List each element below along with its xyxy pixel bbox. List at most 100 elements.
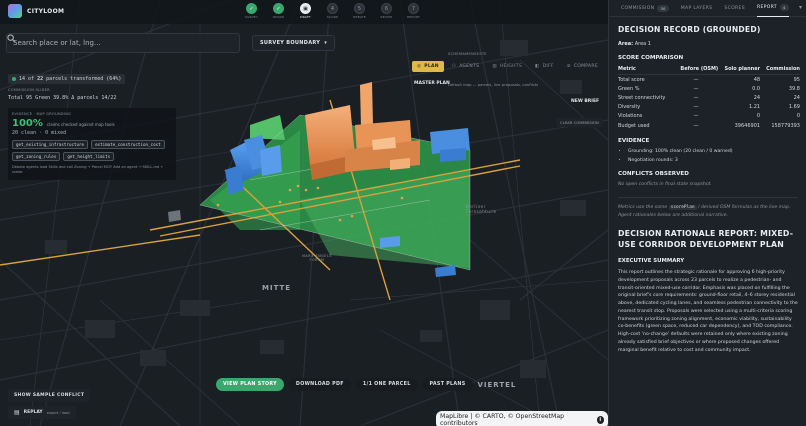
search-input[interactable] — [13, 39, 213, 47]
search-bar[interactable] — [6, 33, 240, 53]
column-header: Metric — [618, 65, 674, 75]
table-cell: 1.21 — [748, 104, 761, 111]
agents-icon: ⚇ — [451, 64, 457, 69]
step-draft[interactable]: ▣ DRAFT — [292, 3, 319, 19]
table-cell: Green % — [618, 85, 640, 92]
step-label: SURVEY — [244, 15, 258, 19]
map-label-mitte: MITTE — [262, 284, 292, 292]
list-item: Negotiation rounds: 3 — [628, 158, 798, 163]
clear-commission-button[interactable]: CLEAR COMMISSION — [556, 118, 603, 127]
step-label: REVISE — [380, 15, 393, 19]
compare-icon: ⊘ — [566, 64, 571, 69]
mode-agents-button[interactable]: ⚇ AGENTS — [447, 61, 484, 72]
table-row: Street connectivity — 24 24 — [618, 93, 800, 102]
evidence-list: Grounding: 100% clean (20 clean / 0 warn… — [618, 149, 798, 163]
mode-plan-label: PLAN — [424, 64, 439, 69]
past-plans-button[interactable]: PAST PLANS — [422, 378, 473, 391]
evidence-title: EVIDENCE · MAP GROUNDING — [12, 112, 72, 116]
table-cell: — — [693, 94, 699, 101]
logo-icon — [8, 4, 22, 18]
survey-boundary-label: SURVEY BOUNDARY — [260, 40, 321, 46]
replay-button[interactable]: ▤ REPLAY export / load — [8, 406, 76, 419]
mode-plan-button[interactable]: ◎ PLAN — [412, 61, 444, 72]
tab-label: REPORT — [756, 5, 777, 10]
column-header: Before (OSM) — [673, 65, 719, 75]
executive-summary-text: This report outlines the strategic ratio… — [618, 270, 798, 353]
step-label: DRAFT — [300, 15, 311, 19]
table-cell: Total score — [618, 76, 645, 83]
replay-sub: export / load — [46, 410, 70, 415]
map-mode-toolbar: ◎PLAN ⚇AGENTS ▥HEIGHTS ◧DIFF ⊘COMPARE × — [412, 61, 608, 72]
table-row: Budget used — 39646901 158779393 — [618, 121, 800, 130]
one-parcel-button[interactable]: 1/1 ONE PARCEL — [355, 378, 418, 391]
tab-label: COMMISSION — [621, 5, 655, 11]
report-title: DECISION RATIONALE REPORT: MIXED-USE COR… — [618, 229, 794, 249]
mode-compare-button[interactable]: ⊘ COMPARE — [562, 61, 603, 72]
chevron-down-icon: ▾ — [324, 40, 327, 46]
map-label-viertel: VIERTEL — [477, 380, 517, 389]
step-indicator-icon: 7 — [408, 3, 419, 14]
tab-scores[interactable]: SCORES — [724, 0, 745, 17]
step-indicator-icon: ✓ — [273, 3, 284, 14]
master-plan-description: Default map — parcels, live proposals, c… — [448, 82, 539, 87]
schedule-label: SCHEMAMENSESTE — [448, 52, 487, 56]
new-brief-button[interactable]: NEW BRIEF — [571, 99, 599, 104]
table-cell: 24 — [753, 94, 761, 101]
parcel-count-total: 22 — [37, 76, 44, 82]
report-panel: COMMISSION 30 MAP LAYERS SCORES REPORT 4 ▾ DE… — [608, 0, 806, 426]
mode-diff-button[interactable]: ◧ DIFF — [530, 61, 559, 72]
table-cell: — — [693, 104, 699, 111]
map-canvas[interactable]: CITYLOOM ✓ SURVEY ✓ INTAKE ▣ DRAFT 4 SCORE 5 DEBA… — [0, 0, 608, 426]
survey-boundary-button[interactable]: SURVEY BOUNDARY ▾ — [252, 35, 335, 51]
logo: CITYLOOM — [8, 4, 64, 18]
tab-label: MAP LAYERS — [680, 5, 713, 11]
show-sample-conflict-button[interactable]: SHOW SAMPLE CONFLICT — [8, 389, 91, 402]
tab-count-badge: 4 — [779, 4, 789, 11]
step-score[interactable]: 4 SCORE — [319, 3, 346, 19]
step-intake[interactable]: ✓ INTAKE — [265, 3, 292, 19]
mode-agents-label: AGENTS — [459, 64, 480, 69]
tab-commission[interactable]: COMMISSION 30 — [621, 0, 669, 17]
heights-icon: ▥ — [492, 64, 497, 69]
step-label: DEBATE — [352, 15, 366, 19]
download-pdf-button[interactable]: DOWNLOAD PDF — [288, 378, 351, 391]
view-plan-story-button[interactable]: VIEW PLAN STORY — [216, 378, 284, 391]
replay-label: REPLAY — [23, 410, 43, 415]
step-debate[interactable]: 5 DEBATE — [346, 3, 373, 19]
table-cell: Street connectivity — [618, 94, 666, 101]
commission-slider[interactable]: COMMISSION SLIDER — [8, 88, 176, 92]
tab-count-badge: 30 — [657, 4, 669, 12]
master-plan-label[interactable]: MASTER PLAN — [414, 81, 450, 86]
conflicts-heading: CONFLICTS OBSERVED — [618, 171, 689, 178]
parcel-count-suffix: parcels transformed (64%) — [46, 76, 122, 82]
plan-icon: ◎ — [417, 64, 422, 69]
evidence-note: Debate agents load Skills and call Zonin… — [12, 165, 164, 174]
metrics-code: scorePlan — [668, 205, 697, 211]
tab-map-layers[interactable]: MAP LAYERS — [681, 0, 713, 17]
tab-report[interactable]: REPORT 4 — [756, 0, 789, 17]
workflow-stepper: ✓ SURVEY ✓ INTAKE ▣ DRAFT 4 SCORE 5 DEBATE 6 REVISE… — [238, 3, 427, 19]
status-dot-icon — [12, 77, 16, 81]
step-report[interactable]: 7 REPORT — [400, 3, 427, 19]
table-row: Violations — 0 0 — [618, 112, 800, 121]
tool-chip: get_zoning_rules — [12, 152, 61, 161]
tool-chips: get_existing_infrastructure estimate_cons… — [12, 140, 172, 161]
proposal-buildings[interactable] — [305, 82, 420, 180]
mode-diff-label: DIFF — [542, 64, 554, 69]
step-survey[interactable]: ✓ SURVEY — [238, 3, 265, 19]
top-bar: CITYLOOM ✓ SURVEY ✓ INTAKE ▣ DRAFT 4 SCORE 5 DEBA… — [0, 0, 608, 24]
table-cell: — — [693, 113, 699, 120]
search-icon — [7, 34, 16, 43]
step-revise[interactable]: 6 REVISE — [373, 3, 400, 19]
panel-tabs: COMMISSION 30 MAP LAYERS SCORES REPORT 4 — [609, 0, 806, 17]
parcels-summary: 14 of 22 parcels transformed (64%) COMMI… — [8, 66, 176, 101]
step-label: INTAKE — [272, 15, 285, 19]
table-cell: 0.0 — [752, 85, 761, 92]
table-cell: Violations — [618, 113, 643, 120]
table-cell: 0 — [756, 113, 761, 120]
chevron-down-icon[interactable]: ▾ — [799, 4, 802, 11]
info-icon[interactable]: i — [596, 416, 604, 424]
area-value: Area 1 — [634, 41, 651, 47]
claims-text: claims checked against map tools — [46, 122, 115, 127]
mode-heights-button[interactable]: ▥ HEIGHTS — [487, 61, 527, 72]
